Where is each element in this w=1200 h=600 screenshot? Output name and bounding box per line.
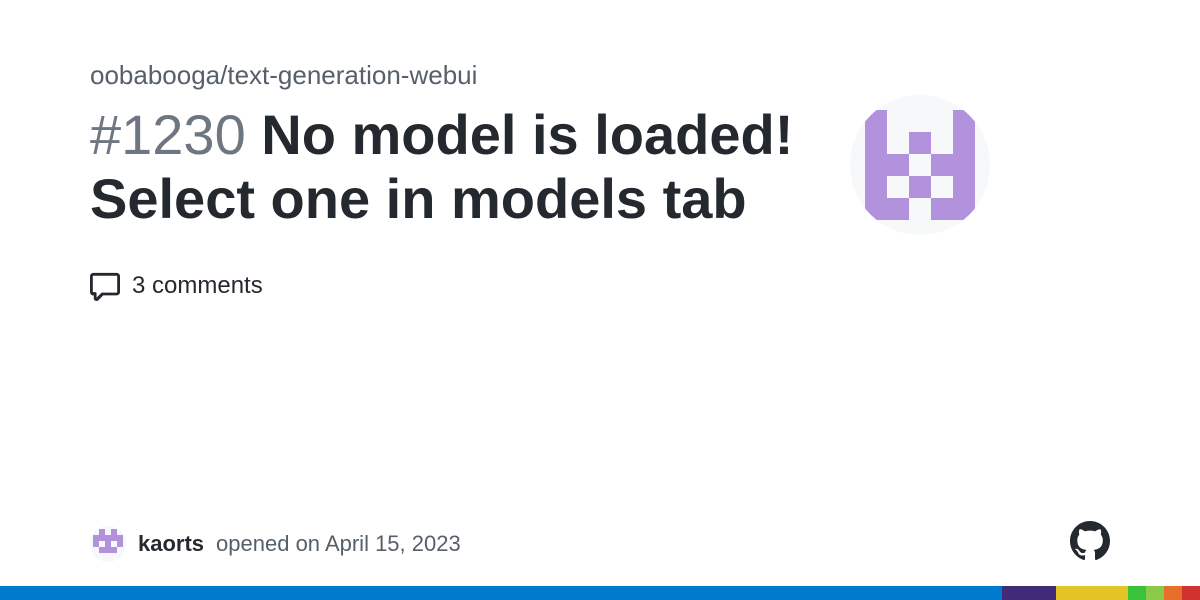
issue-number: #1230 bbox=[90, 103, 246, 166]
language-segment bbox=[1056, 586, 1128, 600]
issue-title: #1230 No model is loaded! Select one in … bbox=[90, 103, 810, 232]
language-bar bbox=[0, 586, 1200, 600]
comments-label: 3 comments bbox=[132, 272, 263, 300]
author-name[interactable]: kaorts bbox=[138, 531, 204, 557]
language-segment bbox=[1182, 586, 1200, 600]
author-avatar[interactable] bbox=[90, 526, 126, 562]
language-segment bbox=[1128, 586, 1146, 600]
comment-icon bbox=[90, 271, 120, 301]
opened-date: opened on April 15, 2023 bbox=[216, 531, 461, 557]
github-icon bbox=[1070, 521, 1110, 561]
comments-count[interactable]: 3 comments bbox=[90, 271, 1110, 301]
language-segment bbox=[1002, 586, 1056, 600]
opened-by: kaorts opened on April 15, 2023 bbox=[90, 526, 461, 562]
language-segment bbox=[0, 586, 1002, 600]
repo-avatar[interactable] bbox=[850, 95, 990, 235]
repo-path[interactable]: oobabooga/text-generation-webui bbox=[90, 60, 1110, 91]
language-segment bbox=[1164, 586, 1182, 600]
language-segment bbox=[1146, 586, 1164, 600]
identicon-icon bbox=[93, 529, 123, 559]
github-logo[interactable] bbox=[1070, 521, 1110, 566]
identicon-icon bbox=[865, 110, 975, 220]
